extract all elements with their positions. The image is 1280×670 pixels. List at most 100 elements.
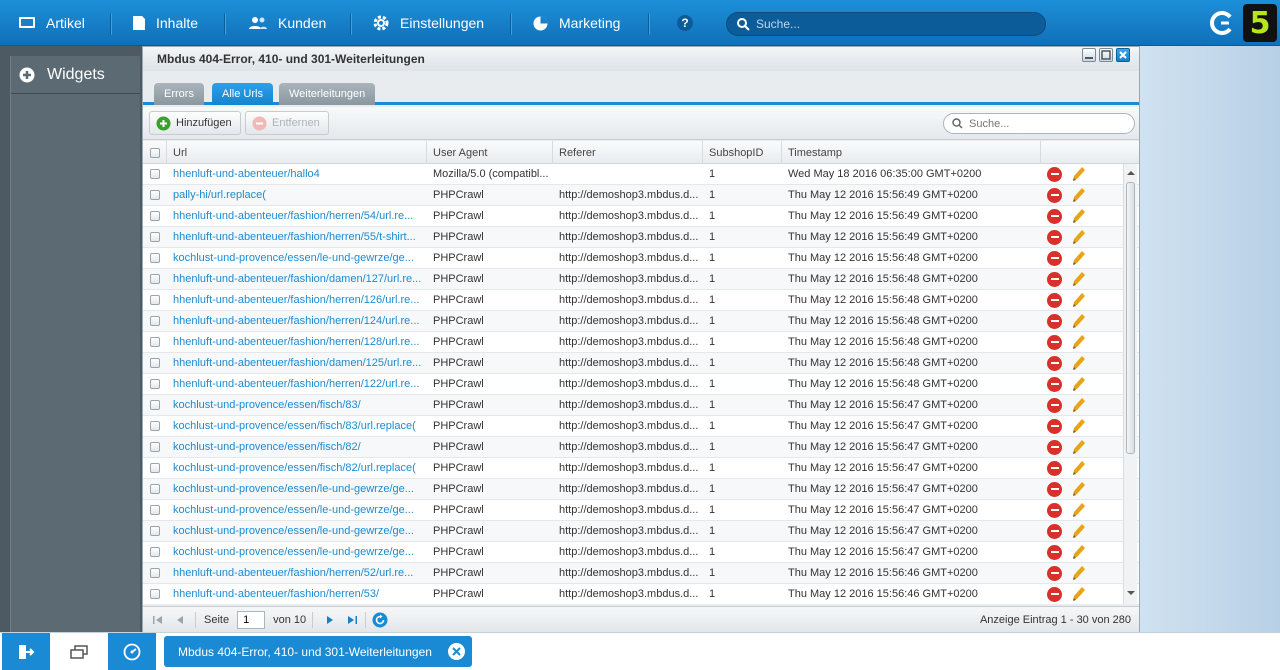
dashboard-button[interactable] [108, 633, 156, 670]
cell-url[interactable]: hhenluft-und-abenteuer/fashion/damen/125… [167, 353, 427, 373]
delete-row-icon[interactable] [1047, 166, 1062, 182]
table-row[interactable]: kochlust-und-provence/essen/fisch/82/PHP… [143, 437, 1139, 458]
row-checkbox[interactable] [150, 547, 160, 557]
global-search-input[interactable] [756, 17, 1026, 31]
table-row[interactable]: kochlust-und-provence/essen/le-und-gewrz… [143, 248, 1139, 269]
table-row[interactable]: hhenluft-und-abenteuer/fashion/herren/12… [143, 374, 1139, 395]
grid-scrollbar[interactable] [1123, 164, 1137, 604]
cell-url[interactable]: kochlust-und-provence/essen/fisch/83/ [167, 395, 427, 415]
delete-row-icon[interactable] [1047, 187, 1062, 203]
window-titlebar[interactable]: Mbdus 404-Error, 410- und 301-Weiterleit… [143, 47, 1139, 71]
table-row[interactable]: kochlust-und-provence/essen/fisch/83/url… [143, 416, 1139, 437]
row-checkbox[interactable] [150, 400, 160, 410]
cell-url[interactable]: hhenluft-und-abenteuer/fashion/herren/12… [167, 311, 427, 331]
row-checkbox[interactable] [150, 232, 160, 242]
delete-row-icon[interactable] [1047, 502, 1062, 518]
delete-row-icon[interactable] [1047, 586, 1062, 602]
edit-pencil-icon[interactable] [1072, 334, 1086, 350]
row-checkbox[interactable] [150, 295, 160, 305]
minimize-button[interactable] [1082, 48, 1096, 62]
table-row[interactable]: hhenluft-und-abenteuer/fashion/herren/12… [143, 332, 1139, 353]
row-checkbox[interactable] [150, 568, 160, 578]
remove-button[interactable]: Entfernen [245, 111, 329, 135]
row-checkbox[interactable] [150, 379, 160, 389]
table-row[interactable]: kochlust-und-provence/essen/le-und-gewrz… [143, 521, 1139, 542]
close-window-button[interactable] [1116, 48, 1130, 62]
task-button-mbdus[interactable]: Mbdus 404-Error, 410- und 301-Weiterleit… [164, 636, 472, 667]
table-row[interactable]: hhenluft-und-abenteuer/fashion/herren/12… [143, 311, 1139, 332]
delete-row-icon[interactable] [1047, 229, 1062, 245]
edit-pencil-icon[interactable] [1072, 250, 1086, 266]
cell-url[interactable]: hhenluft-und-abenteuer/fashion/herren/12… [167, 332, 427, 352]
windows-button[interactable] [55, 633, 103, 670]
table-row[interactable]: hhenluft-und-abenteuer/fashion/herren/12… [143, 290, 1139, 311]
scrollbar-thumb[interactable] [1126, 182, 1135, 454]
maximize-button[interactable] [1099, 48, 1113, 62]
delete-row-icon[interactable] [1047, 250, 1062, 266]
delete-row-icon[interactable] [1047, 439, 1062, 455]
edit-pencil-icon[interactable] [1072, 166, 1086, 182]
nav-marketing[interactable]: Marketing [532, 0, 620, 46]
cell-url[interactable]: kochlust-und-provence/essen/le-und-gewrz… [167, 248, 427, 268]
cell-url[interactable]: kochlust-und-provence/essen/fisch/83/url… [167, 416, 427, 436]
column-header-referer[interactable]: Referer [553, 141, 703, 164]
delete-row-icon[interactable] [1047, 208, 1062, 224]
row-checkbox[interactable] [150, 190, 160, 200]
scroll-down-icon[interactable] [1125, 588, 1137, 598]
widgets-header[interactable]: Widgets [11, 56, 140, 94]
next-page-icon[interactable] [323, 613, 337, 627]
row-checkbox[interactable] [150, 337, 160, 347]
edit-pencil-icon[interactable] [1072, 586, 1086, 602]
scroll-up-icon[interactable] [1125, 168, 1137, 178]
edit-pencil-icon[interactable] [1072, 292, 1086, 308]
table-row[interactable]: hhenluft-und-abenteuer/hallo4 Mozilla/5.0… [143, 164, 1139, 185]
row-checkbox[interactable] [150, 463, 160, 473]
nav-inhalte[interactable]: Inhalte [132, 0, 198, 46]
edit-pencil-icon[interactable] [1072, 229, 1086, 245]
cell-url[interactable]: hhenluft-und-abenteuer/hallo4 [167, 164, 427, 184]
add-button[interactable]: Hinzufügen [149, 111, 241, 135]
nav-einstellungen[interactable]: Einstellungen [372, 0, 484, 46]
table-row[interactable]: hhenluft-und-abenteuer/fashion/damen/127… [143, 269, 1139, 290]
logout-button[interactable] [2, 633, 50, 670]
nav-artikel[interactable]: Artikel [18, 0, 85, 46]
cell-url[interactable]: hhenluft-und-abenteuer/fashion/herren/12… [167, 374, 427, 394]
row-checkbox[interactable] [150, 253, 160, 263]
edit-pencil-icon[interactable] [1072, 565, 1086, 581]
cell-url[interactable]: kochlust-und-provence/essen/fisch/82/ [167, 437, 427, 457]
delete-row-icon[interactable] [1047, 355, 1062, 371]
table-row[interactable]: kochlust-und-provence/essen/le-und-gewrz… [143, 479, 1139, 500]
grid-search-input[interactable] [969, 117, 1119, 130]
delete-row-icon[interactable] [1047, 523, 1062, 539]
task-close-button[interactable] [448, 643, 465, 660]
row-checkbox[interactable] [150, 274, 160, 284]
table-row[interactable]: pally-hi/url.replace(PHPCrawl http://demo… [143, 185, 1139, 206]
edit-pencil-icon[interactable] [1072, 502, 1086, 518]
delete-row-icon[interactable] [1047, 418, 1062, 434]
prev-page-icon[interactable] [173, 613, 187, 627]
edit-pencil-icon[interactable] [1072, 460, 1086, 476]
edit-pencil-icon[interactable] [1072, 271, 1086, 287]
first-page-icon[interactable] [151, 613, 165, 627]
page-number-input[interactable] [237, 610, 266, 629]
edit-pencil-icon[interactable] [1072, 313, 1086, 329]
row-checkbox[interactable] [150, 421, 160, 431]
cell-url[interactable]: hhenluft-und-abenteuer/fashion/herren/54… [167, 206, 427, 226]
table-row[interactable]: hhenluft-und-abenteuer/fashion/damen/125… [143, 353, 1139, 374]
edit-pencil-icon[interactable] [1072, 439, 1086, 455]
row-checkbox[interactable] [150, 484, 160, 494]
refresh-icon[interactable] [372, 612, 388, 628]
row-checkbox[interactable] [150, 589, 160, 599]
grid-search[interactable] [943, 113, 1135, 134]
delete-row-icon[interactable] [1047, 334, 1062, 350]
cell-url[interactable]: hhenluft-und-abenteuer/fashion/herren/12… [167, 290, 427, 310]
table-row[interactable]: hhenluft-und-abenteuer/fashion/herren/52… [143, 563, 1139, 584]
cell-url[interactable]: hhenluft-und-abenteuer/fashion/herren/53… [167, 584, 427, 604]
edit-pencil-icon[interactable] [1072, 376, 1086, 392]
row-checkbox[interactable] [150, 526, 160, 536]
cell-url[interactable]: hhenluft-und-abenteuer/fashion/herren/55… [167, 227, 427, 247]
delete-row-icon[interactable] [1047, 292, 1062, 308]
select-all-checkbox[interactable] [149, 147, 160, 158]
table-row[interactable]: kochlust-und-provence/essen/le-und-gewrz… [143, 500, 1139, 521]
edit-pencil-icon[interactable] [1072, 481, 1086, 497]
